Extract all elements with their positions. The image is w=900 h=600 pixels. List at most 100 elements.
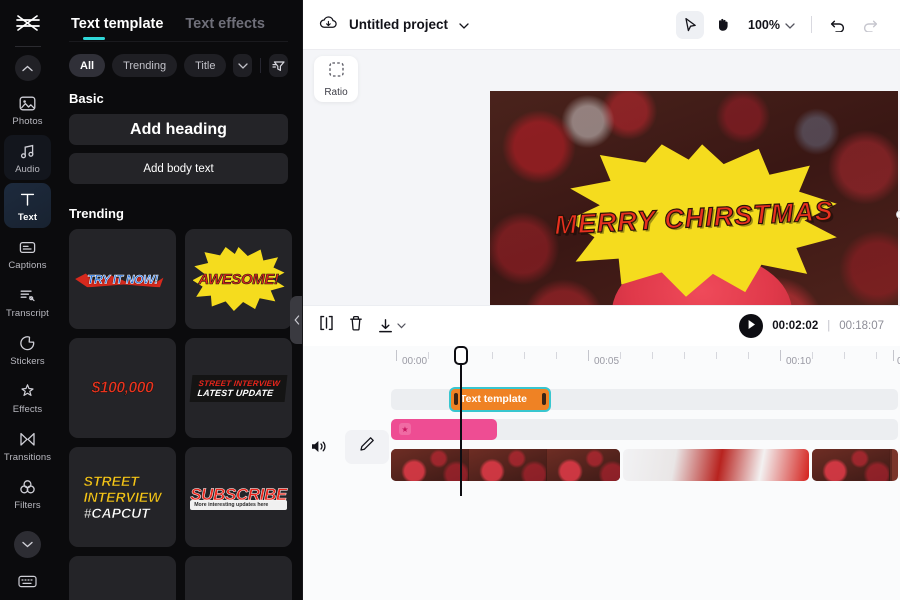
timeline[interactable]: 00:00 00:05 00:10 0 Text template ★ [303, 345, 900, 600]
main-area: Untitled project 100% Ratio MERRY CHIRST… [303, 0, 900, 600]
template-row4-right[interactable] [185, 556, 292, 600]
cursor-arrow-icon[interactable] [676, 10, 705, 39]
tab-text-effects[interactable]: Text effects [185, 16, 265, 41]
ruler-label: 00:00 [402, 355, 428, 367]
rail-scroll-up-button[interactable] [14, 55, 41, 81]
speaker-icon[interactable] [303, 432, 333, 462]
template-line1: STREET INTERVIEW [197, 378, 281, 388]
sidebar-item-transitions[interactable]: Transitions [4, 423, 51, 468]
chip-all[interactable]: All [69, 54, 106, 77]
undo-arrow-icon[interactable] [824, 11, 852, 39]
sidebar-item-audio[interactable]: Audio [4, 135, 51, 180]
clip-text-template[interactable]: Text template [449, 386, 551, 412]
toolbar-divider [811, 16, 812, 33]
clip-video-second[interactable] [623, 448, 809, 481]
clip-actions [319, 315, 406, 336]
download-icon[interactable] [378, 318, 406, 334]
trash-icon[interactable] [349, 315, 363, 336]
captions-icon [18, 237, 38, 257]
filter-funnel-icon[interactable] [269, 54, 288, 77]
rail-scroll-down-button[interactable] [14, 531, 41, 558]
template-hundred-thousand[interactable]: $100,000 [69, 338, 176, 438]
sidebar-item-transcript[interactable]: Transcript [4, 279, 51, 324]
template-art: STREET INTERVIEW #CAPCUT [83, 473, 162, 521]
panel-tabs: Text template Text effects [55, 0, 302, 41]
sidebar-item-text[interactable]: Text [4, 183, 51, 228]
left-sidebar-rail: Photos Audio Text Captions Transcript St… [0, 0, 55, 600]
sidebar-item-photos[interactable]: Photos [4, 87, 51, 132]
clip-sticker[interactable]: ★ [391, 418, 497, 440]
template-row4-left[interactable] [69, 556, 176, 600]
capcut-logo-icon[interactable] [0, 0, 55, 46]
clip-video-third[interactable] [812, 448, 898, 481]
ratio-button[interactable]: Ratio [314, 56, 358, 102]
add-body-text-button[interactable]: Add body text [69, 153, 288, 184]
template-filter-chips: All Trending Title [55, 42, 302, 77]
clip-video-main[interactable] [391, 448, 620, 481]
top-toolbar-right: 100% [676, 10, 884, 39]
sidebar-item-filters[interactable]: Filters [4, 471, 51, 516]
playhead-knob[interactable] [454, 345, 468, 365]
project-name[interactable]: Untitled project [349, 17, 448, 32]
split-icon[interactable] [319, 315, 334, 336]
resize-handle-top-left[interactable] [896, 210, 900, 219]
playback-status: 00:02:02 | 00:18:07 [739, 313, 884, 338]
capcut-editor-window: Photos Audio Text Captions Transcript St… [0, 0, 900, 600]
total-duration: 00:18:07 [839, 319, 884, 332]
chevron-down-icon [785, 18, 795, 32]
add-heading-button[interactable]: Add heading [69, 114, 288, 145]
template-art: SUBSCRIBE More interesting updates here [190, 484, 287, 510]
clip-trim-right[interactable] [542, 393, 546, 405]
tab-active-underline [83, 37, 105, 40]
template-street-interview-capcut[interactable]: STREET INTERVIEW #CAPCUT [69, 447, 176, 547]
chip-divider [260, 58, 262, 73]
sidebar-item-label: Captions [8, 260, 47, 271]
filters-icon [18, 477, 38, 497]
ruler-label: 00:05 [594, 355, 620, 367]
pencil-icon [359, 436, 375, 457]
clip-trim-left[interactable] [454, 393, 458, 405]
template-art: $100,000 [91, 379, 153, 397]
transitions-icon [18, 429, 38, 449]
panel-collapse-handle[interactable] [290, 296, 302, 344]
sidebar-item-label: Audio [15, 164, 40, 175]
template-subscribe[interactable]: SUBSCRIBE More interesting updates here [185, 447, 292, 547]
timeline-ruler[interactable]: 00:00 00:05 00:10 0 [303, 346, 900, 374]
crop-ratio-icon [328, 61, 345, 83]
project-info: Untitled project [319, 15, 469, 35]
chip-trending[interactable]: Trending [112, 54, 178, 77]
sticker-icon [18, 333, 38, 353]
zoom-level-control[interactable]: 100% [740, 18, 799, 32]
template-line3: #CAPCUT [83, 505, 150, 521]
transcript-icon [18, 285, 38, 305]
ruler-label: 00:10 [786, 355, 812, 367]
section-title-basic: Basic [69, 91, 104, 106]
template-awesome[interactable]: AWESOME! [185, 229, 292, 329]
edit-clip-button[interactable] [345, 429, 389, 464]
sidebar-item-label: Transitions [3, 452, 52, 463]
template-try-it-now[interactable]: TRY IT NOW! [69, 229, 176, 329]
hand-icon[interactable] [708, 11, 736, 39]
template-art: AWESOME! [192, 247, 285, 311]
chevron-down-icon[interactable] [233, 54, 253, 77]
cloud-sync-icon[interactable] [319, 15, 338, 35]
sidebar-item-effects[interactable]: Effects [4, 375, 51, 420]
timeline-left-controls [303, 429, 389, 464]
sidebar-item-captions[interactable]: Captions [4, 231, 51, 276]
play-button[interactable] [739, 313, 764, 338]
template-line2: INTERVIEW [83, 489, 162, 505]
keyboard-icon[interactable] [0, 574, 55, 589]
chevron-down-icon[interactable] [459, 16, 469, 34]
chip-title[interactable]: Title [184, 54, 227, 77]
playhead[interactable] [454, 345, 468, 496]
ratio-label: Ratio [324, 86, 348, 98]
sidebar-item-stickers[interactable]: Stickers [4, 327, 51, 372]
template-street-interview-latest-update[interactable]: STREET INTERVIEW LATEST UPDATE [185, 338, 292, 438]
chevron-left-icon [293, 315, 299, 325]
chevron-down-icon [397, 322, 406, 328]
top-toolbar: Untitled project 100% [303, 0, 900, 50]
sidebar-item-label: Filters [14, 500, 41, 511]
template-line1: STREET [83, 473, 139, 489]
video-preview-canvas[interactable]: MERRY CHIRSTMAS [490, 91, 898, 305]
sidebar-item-label: Transcript [6, 308, 49, 319]
